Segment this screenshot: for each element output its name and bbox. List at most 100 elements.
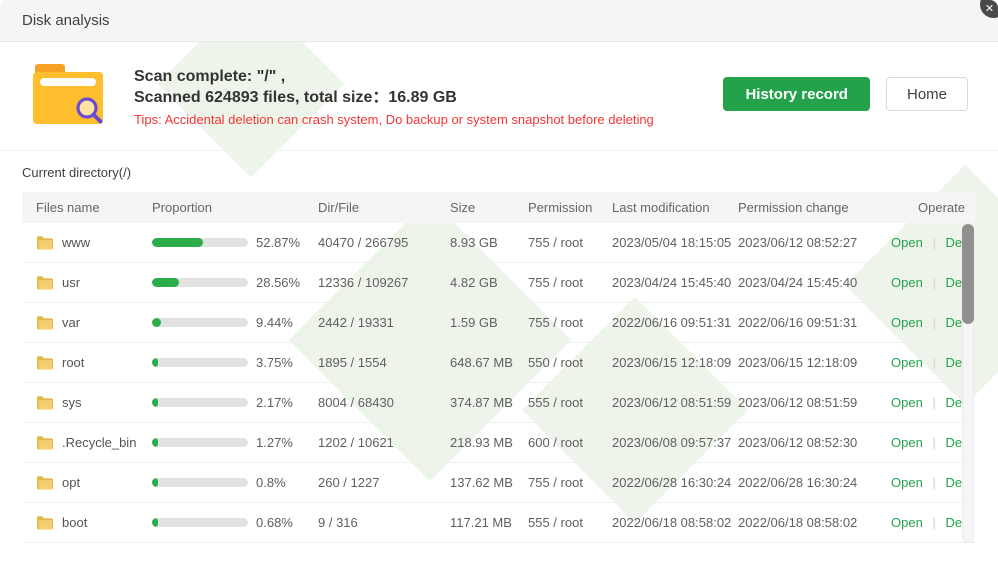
column-header-operate: Operate [864,200,965,215]
open-link[interactable]: Open [891,235,923,250]
file-name[interactable]: www [62,235,90,250]
files-table: Files name Proportion Dir/File Size Perm… [22,192,975,543]
open-link[interactable]: Open [891,475,923,490]
operate-cell: Open | Del [864,475,965,490]
open-link[interactable]: Open [891,315,923,330]
table-row: root 3.75% 1895 / 1554 648.67 MB 550 / r… [22,343,975,383]
tips-text: Tips: Accidental deletion can crash syst… [134,112,723,127]
proportion-bar-fill [152,438,158,447]
operate-cell: Open | Del [864,235,965,250]
permission-change-value: 2023/06/12 08:51:59 [738,395,864,410]
file-name[interactable]: usr [62,275,80,290]
size-value: 117.21 MB [450,515,528,530]
size-value: 137.62 MB [450,475,528,490]
open-link[interactable]: Open [891,275,923,290]
column-header-last-modification: Last modification [612,200,738,215]
open-link[interactable]: Open [891,435,923,450]
last-modification-value: 2023/06/12 08:51:59 [612,395,738,410]
table-row: boot 0.68% 9 / 316 117.21 MB 555 / root … [22,503,975,543]
open-link[interactable]: Open [891,395,923,410]
size-value: 1.59 GB [450,315,528,330]
file-name[interactable]: sys [62,395,82,410]
size-value: 648.67 MB [450,355,528,370]
file-name-cell: boot [36,515,152,530]
disk-analysis-window: Disk analysis ✕ Scan complete: "/" , Sca… [0,0,998,567]
table-row: www 52.87% 40470 / 266795 8.93 GB 755 / … [22,223,975,263]
dir-file-value: 12336 / 109267 [318,275,450,290]
folder-icon [36,235,53,250]
proportion-value: 1.27% [256,435,293,450]
permission-change-value: 2022/06/28 16:30:24 [738,475,864,490]
last-modification-value: 2023/06/08 09:57:37 [612,435,738,450]
table-scrollbar[interactable] [962,223,974,543]
operate-separator: | [932,515,935,530]
file-name[interactable]: root [62,355,84,370]
operate-separator: | [932,435,935,450]
permission-value: 555 / root [528,395,612,410]
window-title: Disk analysis [22,12,110,29]
table-header: Files name Proportion Dir/File Size Perm… [22,192,975,223]
table-row: opt 0.8% 260 / 1227 137.62 MB 755 / root… [22,463,975,503]
operate-separator: | [932,235,935,250]
dir-file-value: 260 / 1227 [318,475,450,490]
last-modification-value: 2023/05/04 18:15:05 [612,235,738,250]
file-name[interactable]: opt [62,475,80,490]
proportion-bar [152,358,248,367]
operate-separator: | [932,315,935,330]
current-directory-label: Current directory(/) [22,165,998,180]
scan-summary-text: Scanned 624893 files, total size：16.89 G… [134,87,723,108]
open-link[interactable]: Open [891,355,923,370]
proportion-bar-fill [152,318,161,327]
file-name[interactable]: boot [62,515,87,530]
open-link[interactable]: Open [891,515,923,530]
titlebar: Disk analysis [0,0,998,42]
proportion-bar [152,438,248,447]
file-name[interactable]: .Recycle_bin [62,435,136,450]
table-row: usr 28.56% 12336 / 109267 4.82 GB 755 / … [22,263,975,303]
permission-change-value: 2022/06/16 09:51:31 [738,315,864,330]
proportion-bar [152,278,248,287]
folder-icon [36,315,53,330]
home-button[interactable]: Home [886,77,968,111]
proportion-bar-fill [152,238,203,247]
column-header-size: Size [450,200,528,215]
permission-change-value: 2023/06/12 08:52:27 [738,235,864,250]
permission-change-value: 2022/06/18 08:58:02 [738,515,864,530]
dir-file-value: 40470 / 266795 [318,235,450,250]
size-value: 374.87 MB [450,395,528,410]
column-header-permission: Permission [528,200,612,215]
proportion-cell: 1.27% [152,435,318,450]
proportion-value: 2.17% [256,395,293,410]
size-value: 8.93 GB [450,235,528,250]
file-name[interactable]: var [62,315,80,330]
permission-value: 600 / root [528,435,612,450]
folder-icon [36,515,53,530]
last-modification-value: 2022/06/16 09:51:31 [612,315,738,330]
scan-complete-text: Scan complete: "/" , [134,66,723,87]
proportion-bar-fill [152,398,158,407]
proportion-cell: 0.68% [152,515,318,530]
folder-icon [36,435,53,450]
proportion-cell: 28.56% [152,275,318,290]
history-record-button[interactable]: History record [723,77,870,111]
operate-cell: Open | Del [864,275,965,290]
column-header-dir-file: Dir/File [318,200,450,215]
permission-change-value: 2023/06/12 08:52:30 [738,435,864,450]
permission-value: 755 / root [528,275,612,290]
file-name-cell: www [36,235,152,250]
permission-value: 755 / root [528,235,612,250]
folder-icon [36,395,53,410]
dir-file-value: 2442 / 19331 [318,315,450,330]
proportion-value: 3.75% [256,355,293,370]
column-header-proportion: Proportion [152,200,318,215]
file-name-cell: .Recycle_bin [36,435,152,450]
proportion-value: 0.8% [256,475,286,490]
operate-separator: | [932,395,935,410]
proportion-value: 0.68% [256,515,293,530]
header-actions: History record Home [723,77,968,111]
folder-icon [36,275,53,290]
folder-scan-icon [30,58,106,134]
scrollbar-thumb[interactable] [962,224,974,324]
operate-cell: Open | Del [864,395,965,410]
permission-value: 755 / root [528,475,612,490]
